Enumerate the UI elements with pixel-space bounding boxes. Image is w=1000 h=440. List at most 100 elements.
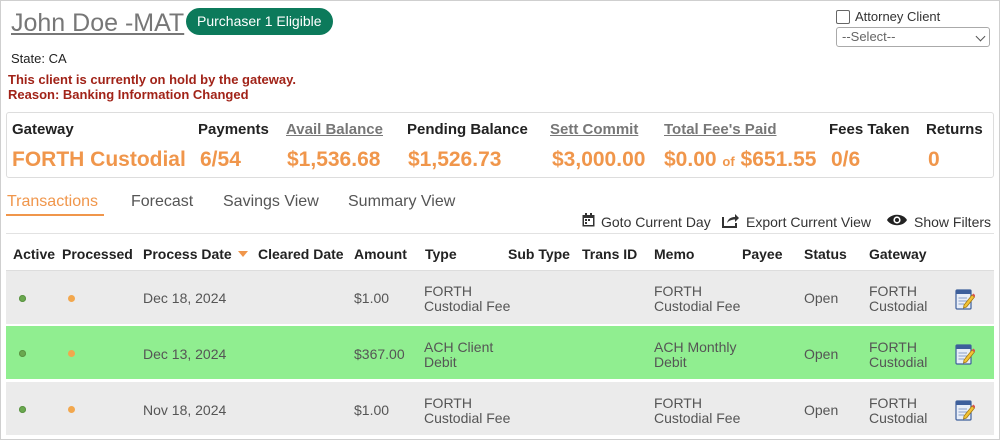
type-line-1: FORTH [424, 283, 472, 299]
memo-line-1: FORTH [654, 395, 702, 411]
col-memo[interactable]: Memo [654, 246, 694, 262]
gateway-value: FORTH Custodial [12, 148, 186, 171]
returns-label: Returns [926, 121, 983, 138]
hold-notice: This client is currently on hold by the … [8, 72, 296, 102]
gateway-line-2: Custodial [869, 354, 928, 370]
client-name-link[interactable]: John Doe -MAT [11, 9, 184, 38]
sett-commit-value: $3,000.00 [552, 148, 646, 171]
avail-balance-value: $1,536.68 [287, 148, 381, 171]
gateway-line-2: Custodial [869, 410, 928, 426]
processed-status-dot [68, 406, 75, 413]
processed-status-dot [68, 295, 75, 302]
status-cell: Open [804, 290, 839, 306]
type-line-1: FORTH [424, 395, 472, 411]
gateway-cell: FORTH Custodial [869, 396, 927, 426]
memo-cell: FORTH Custodial Fee [654, 396, 740, 426]
avail-balance-link[interactable]: Avail Balance [286, 121, 383, 138]
col-type[interactable]: Type [425, 246, 457, 262]
active-tab-indicator [6, 214, 104, 216]
col-payee[interactable]: Payee [742, 246, 782, 262]
col-process-date-label: Process Date [143, 246, 232, 262]
attorney-select-value: --Select-- [842, 29, 896, 44]
memo-line-2: Custodial Fee [654, 410, 741, 426]
payments-label: Payments [198, 121, 269, 138]
calendar-icon [582, 213, 601, 230]
gateway-line-1: FORTH [869, 283, 917, 299]
client-state: State: CA [11, 51, 67, 66]
table-row[interactable]: Dec 13, 2024 $367.00 ACH Client Debit AC… [6, 326, 994, 380]
pending-balance-label: Pending Balance [407, 121, 528, 138]
attorney-client-label: Attorney Client [855, 9, 941, 24]
status-cell: Open [804, 402, 839, 418]
col-gateway[interactable]: Gateway [869, 246, 927, 262]
tab-transactions[interactable]: Transactions [7, 193, 98, 211]
type-line-2: Debit [424, 354, 457, 370]
show-filters-label: Show Filters [914, 213, 992, 230]
hold-message: This client is currently on hold by the … [8, 72, 296, 87]
fees-paid-amount: $0.00 [664, 148, 717, 171]
show-filters-button[interactable]: Show Filters [886, 213, 991, 230]
purchaser-eligible-badge: Purchaser 1 Eligible [186, 8, 333, 35]
type-cell: ACH Client Debit [424, 340, 493, 370]
col-active[interactable]: Active [13, 246, 55, 262]
gateway-line-1: FORTH [869, 339, 917, 355]
fees-total-amount: $651.55 [740, 148, 817, 171]
type-line-1: ACH Client [424, 339, 494, 355]
gateway-cell: FORTH Custodial [869, 340, 927, 370]
table-row[interactable]: Dec 18, 2024 $1.00 FORTH Custodial Fee F… [6, 271, 994, 325]
table-header: Active Processed Process Date Cleared Da… [6, 233, 994, 271]
status-cell: Open [804, 346, 839, 362]
goto-current-day-button[interactable]: Goto Current Day [582, 213, 711, 230]
type-cell: FORTH Custodial Fee [424, 284, 510, 314]
gateway-label: Gateway [12, 121, 74, 138]
processed-status-dot [68, 350, 75, 357]
export-current-view-label: Export Current View [746, 214, 872, 230]
returns-value: 0 [928, 148, 940, 171]
process-date-cell: Nov 18, 2024 [143, 402, 227, 418]
attorney-client-checkbox-group[interactable]: Attorney Client [836, 9, 940, 24]
gateway-line-2: Custodial [869, 298, 928, 314]
type-cell: FORTH Custodial Fee [424, 396, 510, 426]
payments-value: 6/54 [200, 148, 241, 171]
active-status-dot [19, 295, 26, 302]
tab-summary-view[interactable]: Summary View [348, 193, 455, 211]
sett-commit-link[interactable]: Sett Commit [550, 121, 638, 138]
tab-forecast[interactable]: Forecast [131, 193, 193, 211]
col-processed[interactable]: Processed [62, 246, 133, 262]
goto-current-day-label: Goto Current Day [601, 213, 711, 230]
hold-reason: Reason: Banking Information Changed [8, 87, 249, 102]
memo-line-2: Debit [654, 354, 687, 370]
fees-taken-value: 0/6 [831, 148, 861, 171]
amount-cell: $1.00 [354, 402, 390, 418]
col-status[interactable]: Status [804, 246, 847, 262]
gateway-line-1: FORTH [869, 395, 917, 411]
process-date-cell: Dec 18, 2024 [143, 290, 227, 306]
tab-savings-view[interactable]: Savings View [223, 193, 319, 211]
sort-desc-icon [237, 251, 248, 257]
attorney-client-checkbox[interactable] [836, 9, 850, 24]
col-amount[interactable]: Amount [354, 246, 407, 262]
memo-line-1: ACH Monthly [654, 339, 737, 355]
total-fees-paid-link[interactable]: Total Fee's Paid [664, 121, 777, 138]
export-current-view-button[interactable]: Export Current View [722, 213, 871, 231]
col-cleared-date[interactable]: Cleared Date [258, 246, 344, 262]
memo-line-1: FORTH [654, 283, 702, 299]
attorney-select[interactable]: --Select-- [836, 27, 990, 47]
col-process-date[interactable]: Process Date [143, 246, 248, 262]
edit-icon[interactable] [955, 343, 976, 365]
chevron-down-icon [975, 31, 986, 42]
col-trans-id[interactable]: Trans ID [582, 246, 637, 262]
active-status-dot [19, 350, 26, 357]
table-row[interactable]: Nov 18, 2024 $1.00 FORTH Custodial Fee F… [6, 382, 994, 436]
edit-icon[interactable] [955, 288, 976, 310]
edit-icon[interactable] [955, 399, 976, 421]
col-sub-type[interactable]: Sub Type [508, 246, 570, 262]
eye-icon [886, 213, 914, 230]
fees-taken-label: Fees Taken [829, 121, 910, 138]
account-summary-panel: Gateway FORTH Custodial Payments 6/54 Av… [6, 112, 994, 178]
pending-balance-value: $1,526.73 [408, 148, 502, 171]
memo-cell: FORTH Custodial Fee [654, 284, 740, 314]
type-line-2: Custodial Fee [424, 410, 511, 426]
process-date-cell: Dec 13, 2024 [143, 346, 227, 362]
amount-cell: $1.00 [354, 290, 390, 306]
